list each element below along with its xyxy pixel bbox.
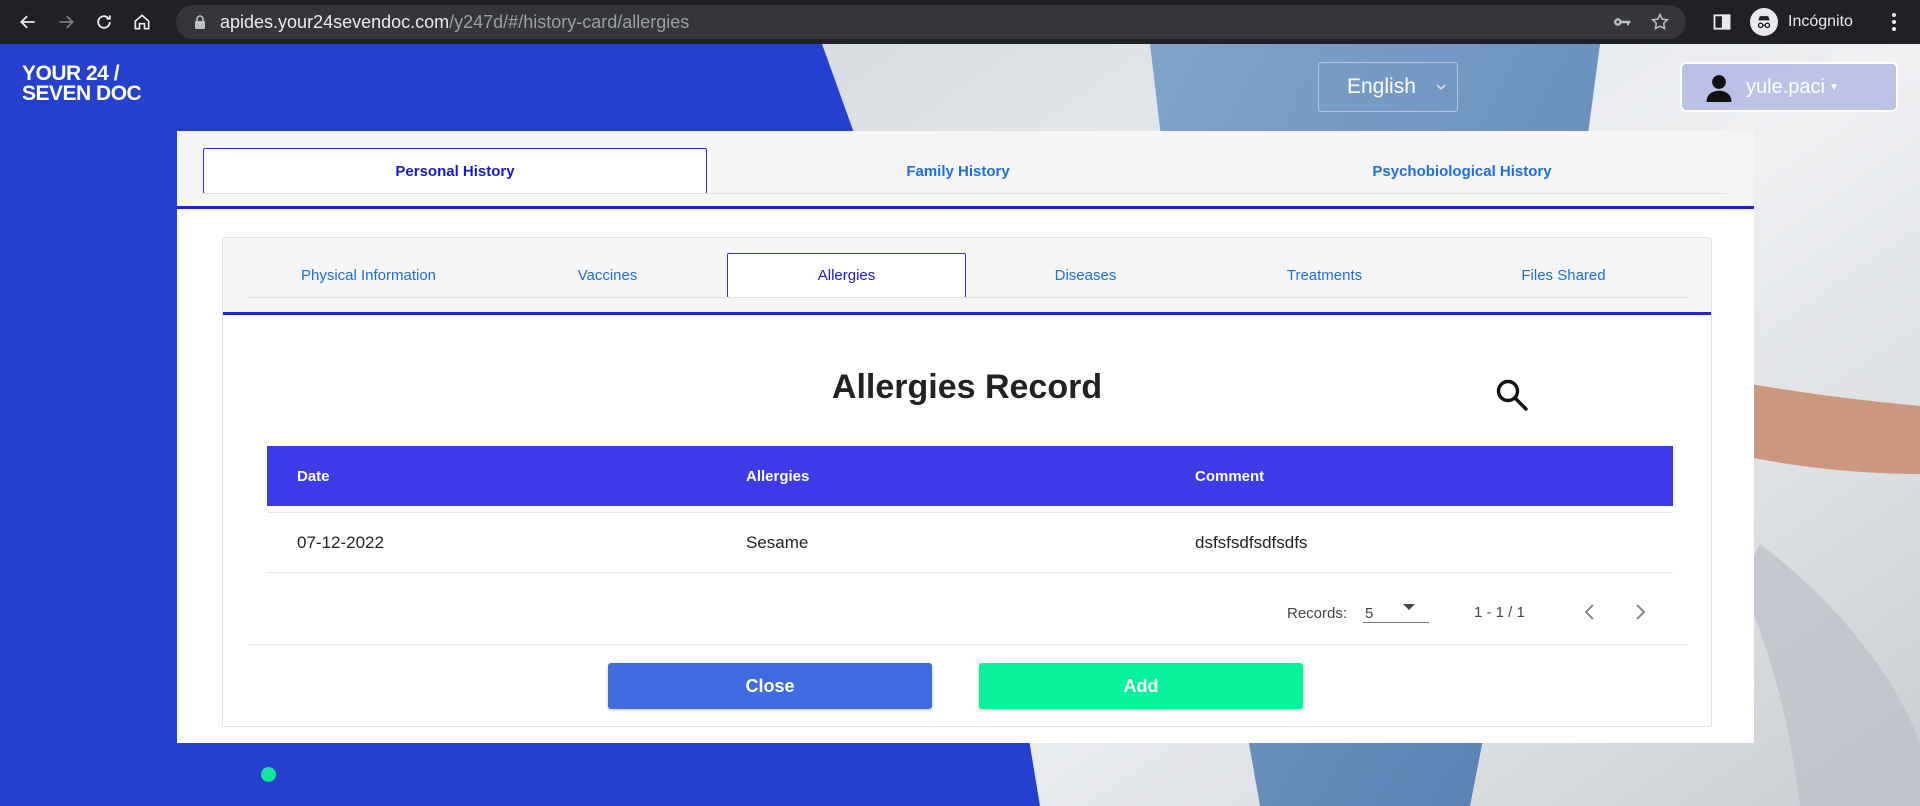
column-header-comment[interactable]: Comment	[1195, 468, 1264, 485]
username: yule.paci	[1746, 75, 1825, 98]
tab-family-history[interactable]: Family History	[706, 148, 1210, 194]
browser-toolbar: apides.your24sevendoc.com/y247d/#/histor…	[0, 0, 1920, 44]
language-select[interactable]: English	[1318, 62, 1458, 112]
personal-history-subtabs: Physical Information Vaccines Allergies …	[223, 238, 1711, 315]
url-host: apides.your24sevendoc.com	[220, 11, 450, 32]
url-text: apides.your24sevendoc.com/y247d/#/histor…	[220, 12, 689, 33]
subtab-divider	[248, 297, 1688, 298]
footer-divider	[248, 644, 1688, 645]
chat-status-dot[interactable]	[261, 767, 276, 782]
tab-files-shared[interactable]: Files Shared	[1444, 253, 1683, 298]
key-icon[interactable]	[1612, 12, 1632, 32]
side-panel-icon[interactable]	[1712, 12, 1732, 32]
cell-comment: dsfsfsdfsdfsdfs	[1195, 533, 1308, 552]
incognito-icon	[1750, 8, 1778, 36]
add-button[interactable]: Add	[979, 663, 1303, 709]
page-title: Allergies Record	[831, 368, 1103, 406]
caret-down-icon: ▼	[1828, 81, 1839, 93]
home-icon[interactable]	[123, 3, 161, 41]
url-path: /y247d/#/history-card/allergies	[449, 11, 690, 32]
column-header-allergies[interactable]: Allergies	[746, 468, 809, 485]
back-arrow-icon[interactable]	[9, 3, 47, 41]
table-row[interactable]: 07-12-2022 Sesame dsfsfsdfsdfsdfs	[267, 512, 1673, 573]
page-range: 1 - 1 / 1	[1474, 604, 1525, 621]
reload-icon[interactable]	[85, 3, 123, 41]
pagination: Records: 5 1 - 1 / 1	[223, 593, 1711, 633]
tab-physical-information[interactable]: Physical Information	[249, 253, 488, 298]
page-background: YOUR 24 / SEVEN DOC English yule.paci ▼ …	[0, 44, 1920, 806]
history-tabs: Personal History Family History Psychobi…	[177, 131, 1754, 209]
tab-psychobiological-history[interactable]: Psychobiological History	[1210, 148, 1714, 194]
logo-line-1: YOUR 24 /	[22, 62, 120, 85]
user-avatar-icon	[1706, 75, 1732, 102]
column-header-date[interactable]: Date	[297, 468, 330, 485]
tab-personal-history[interactable]: Personal History	[203, 148, 707, 194]
tab-divider	[202, 193, 1727, 194]
forward-arrow-icon[interactable]	[47, 3, 85, 41]
chevron-down-icon	[1436, 84, 1446, 91]
incognito-chip[interactable]: Incógnito	[1750, 6, 1853, 38]
table-header: Date Allergies Comment	[267, 446, 1673, 506]
address-bar[interactable]: apides.your24sevendoc.com/y247d/#/histor…	[176, 5, 1686, 39]
history-card: Personal History Family History Psychobi…	[177, 131, 1754, 743]
tab-treatments[interactable]: Treatments	[1205, 253, 1444, 298]
star-icon[interactable]	[1650, 12, 1670, 32]
tab-diseases[interactable]: Diseases	[966, 253, 1205, 298]
dropdown-arrow-icon	[1403, 604, 1415, 610]
lock-icon	[195, 15, 205, 29]
tab-vaccines[interactable]: Vaccines	[488, 253, 727, 298]
more-vertical-icon[interactable]	[1882, 10, 1906, 34]
tab-allergies[interactable]: Allergies	[727, 253, 966, 298]
page-size-select[interactable]: 5	[1363, 601, 1429, 623]
cell-date: 07-12-2022	[297, 533, 384, 552]
close-button[interactable]: Close	[608, 663, 932, 709]
user-menu-button[interactable]: yule.paci ▼	[1680, 62, 1898, 112]
language-value: English	[1347, 75, 1416, 98]
brand-logo[interactable]: YOUR 24 / SEVEN DOC	[22, 62, 142, 105]
chevron-left-icon[interactable]	[1579, 601, 1601, 623]
records-label: Records:	[1287, 605, 1348, 622]
page-size-value: 5	[1365, 605, 1374, 622]
cell-allergy: Sesame	[746, 533, 809, 552]
incognito-label: Incógnito	[1788, 13, 1853, 30]
logo-line-2: SEVEN DOC	[22, 82, 142, 105]
search-icon[interactable]	[1495, 378, 1529, 412]
allergies-panel: Physical Information Vaccines Allergies …	[222, 237, 1712, 727]
chevron-right-icon[interactable]	[1629, 601, 1651, 623]
